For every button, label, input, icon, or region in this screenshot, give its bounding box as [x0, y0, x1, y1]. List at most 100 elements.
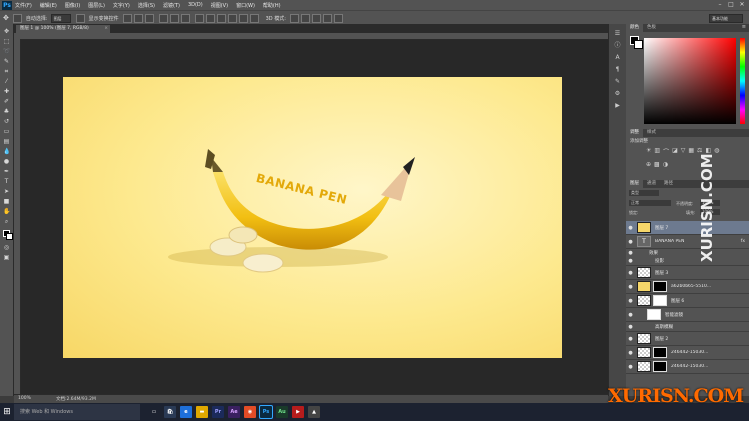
tab-close-icon[interactable]: ×	[104, 25, 108, 33]
properties-icon[interactable]: ⓘ	[614, 42, 621, 49]
document-canvas[interactable]: BANANA PEN	[63, 77, 562, 358]
zoom-icon[interactable]: ⌕	[3, 218, 10, 225]
move-icon[interactable]: ✥	[3, 28, 10, 35]
auto-select-dropdown[interactable]: 图层	[50, 13, 71, 23]
clone-stamp-icon[interactable]: ♣	[3, 108, 10, 115]
menu-file[interactable]: 文件(F)	[15, 2, 32, 9]
blur-icon[interactable]: 💧	[3, 148, 10, 155]
align-top-icon[interactable]	[122, 13, 132, 23]
document-tab[interactable]: 图层 1 @ 100% (图层 7, RGB/8) ×	[16, 25, 110, 33]
move-tool-icon[interactable]: ✥	[3, 14, 9, 22]
maximize-icon[interactable]: □	[726, 1, 736, 8]
auto-select-checkbox[interactable]	[12, 13, 22, 23]
align-center-icon[interactable]	[169, 13, 179, 23]
layer-fx-badge[interactable]: fx	[741, 239, 745, 244]
distribute-top-icon[interactable]	[194, 13, 204, 23]
hand-icon[interactable]: ✋	[3, 208, 10, 215]
layer-kind-filter[interactable]: 类型	[629, 190, 659, 196]
file-explorer-icon[interactable]: ▬	[196, 406, 208, 418]
menu-help[interactable]: 帮助(H)	[263, 2, 281, 9]
color-background-swatch[interactable]	[634, 40, 643, 49]
menu-type[interactable]: 文字(Y)	[113, 2, 130, 9]
menu-3d[interactable]: 3D(D)	[188, 2, 203, 8]
store-icon[interactable]: 🛍	[164, 406, 176, 418]
type-icon[interactable]: T	[3, 178, 10, 185]
vertical-ruler[interactable]	[14, 39, 21, 394]
3d-drag-icon[interactable]	[311, 13, 321, 23]
visibility-eye-icon[interactable]: ●	[626, 270, 635, 276]
menu-view[interactable]: 视图(V)	[211, 2, 228, 9]
exposure-icon[interactable]: ◪	[672, 147, 678, 158]
layer-row[interactable]: ● a62b0b65-5510...	[626, 280, 749, 294]
premiere-icon[interactable]: Pr	[212, 406, 224, 418]
task-view-icon[interactable]: ▭	[148, 406, 160, 418]
distribute-left-icon[interactable]	[227, 13, 237, 23]
filter-row[interactable]: ● 高斯模糊	[626, 322, 749, 332]
distribute-center-icon[interactable]	[238, 13, 248, 23]
vibrance-icon[interactable]: ▽	[681, 147, 686, 158]
brush-icon[interactable]: ✐	[3, 98, 10, 105]
3d-rotate-icon[interactable]	[289, 13, 299, 23]
tab-layers[interactable]: 图层	[626, 180, 643, 188]
layer-row[interactable]: ● 246442-15030...	[626, 360, 749, 374]
after-effects-icon[interactable]: Ae	[228, 406, 240, 418]
curves-icon[interactable]: ⌒	[663, 147, 669, 158]
layer-mask-thumbnail[interactable]	[653, 281, 667, 292]
dodge-icon[interactable]: ●	[3, 158, 10, 165]
history-brush-icon[interactable]: ↺	[3, 118, 10, 125]
edge-icon[interactable]: e	[180, 406, 192, 418]
effects-row[interactable]: ● 效果	[626, 249, 749, 257]
invert-icon[interactable]: ◑	[663, 161, 668, 170]
shape-icon[interactable]: ■	[3, 198, 10, 205]
visibility-eye-icon[interactable]: ●	[626, 312, 635, 318]
quick-mask-icon[interactable]: ◎	[3, 244, 10, 251]
tab-color[interactable]: 颜色	[626, 24, 643, 32]
crop-icon[interactable]: ⌗	[3, 68, 10, 75]
menu-layer[interactable]: 图层(L)	[88, 2, 105, 9]
brightness-icon[interactable]: ☀	[646, 147, 651, 158]
blend-mode-dropdown[interactable]: 正常	[629, 200, 671, 206]
tab-paths[interactable]: 路径	[660, 180, 677, 188]
eraser-icon[interactable]: ▭	[3, 128, 10, 135]
align-bottom-icon[interactable]	[144, 13, 154, 23]
tab-channels[interactable]: 通道	[643, 180, 660, 188]
smart-filter-row[interactable]: ● 智能滤镜	[626, 308, 749, 322]
path-select-icon[interactable]: ➤	[3, 188, 10, 195]
color-lookup-icon[interactable]: ▩	[654, 161, 660, 170]
tool-preset-icon[interactable]: ⚙	[614, 90, 621, 97]
visibility-eye-icon[interactable]: ●	[626, 250, 635, 256]
distribute-middle-icon[interactable]	[205, 13, 215, 23]
tab-styles[interactable]: 样式	[643, 129, 660, 137]
channel-mixer-icon[interactable]: ⊕	[646, 161, 651, 170]
marquee-icon[interactable]: ⬚	[3, 38, 10, 45]
3d-slide-icon[interactable]	[322, 13, 332, 23]
zoom-level[interactable]: 100%	[18, 396, 31, 401]
visibility-eye-icon[interactable]: ●	[626, 336, 635, 342]
visibility-eye-icon[interactable]: ●	[626, 350, 635, 356]
hue-slider[interactable]	[740, 38, 745, 124]
windows-start-icon[interactable]: ⊞	[0, 403, 14, 421]
audition-icon[interactable]: Au	[276, 406, 288, 418]
taskbar-search-box[interactable]: 搜索 Web 和 Windows	[14, 404, 140, 420]
quick-select-icon[interactable]: ✎	[3, 58, 10, 65]
tab-swatches[interactable]: 色板	[643, 24, 660, 32]
healing-brush-icon[interactable]: ✚	[3, 88, 10, 95]
visibility-eye-icon[interactable]: ●	[626, 284, 635, 290]
levels-icon[interactable]: ▥	[654, 147, 660, 158]
3d-roll-icon[interactable]	[300, 13, 310, 23]
layer-row[interactable]: ● 图层 7	[626, 221, 749, 235]
tab-adjustments[interactable]: 调整	[626, 129, 643, 137]
layer-mask-thumbnail[interactable]	[653, 295, 667, 306]
brush-preset-icon[interactable]: ✎	[614, 78, 621, 85]
character-icon[interactable]: A	[614, 54, 621, 61]
visibility-eye-icon[interactable]: ●	[626, 324, 635, 330]
chrome-icon[interactable]: ◉	[244, 406, 256, 418]
visibility-eye-icon[interactable]: ●	[626, 258, 635, 264]
screen-mode-icon[interactable]: ▣	[3, 254, 10, 261]
layer-mask-thumbnail[interactable]	[653, 347, 667, 358]
photoshop-taskbar-icon[interactable]: Ps	[259, 405, 273, 419]
menu-filter[interactable]: 滤镜(T)	[163, 2, 180, 9]
visibility-eye-icon[interactable]: ●	[626, 364, 635, 370]
pen-icon[interactable]: ✒	[3, 168, 10, 175]
align-left-icon[interactable]	[158, 13, 168, 23]
